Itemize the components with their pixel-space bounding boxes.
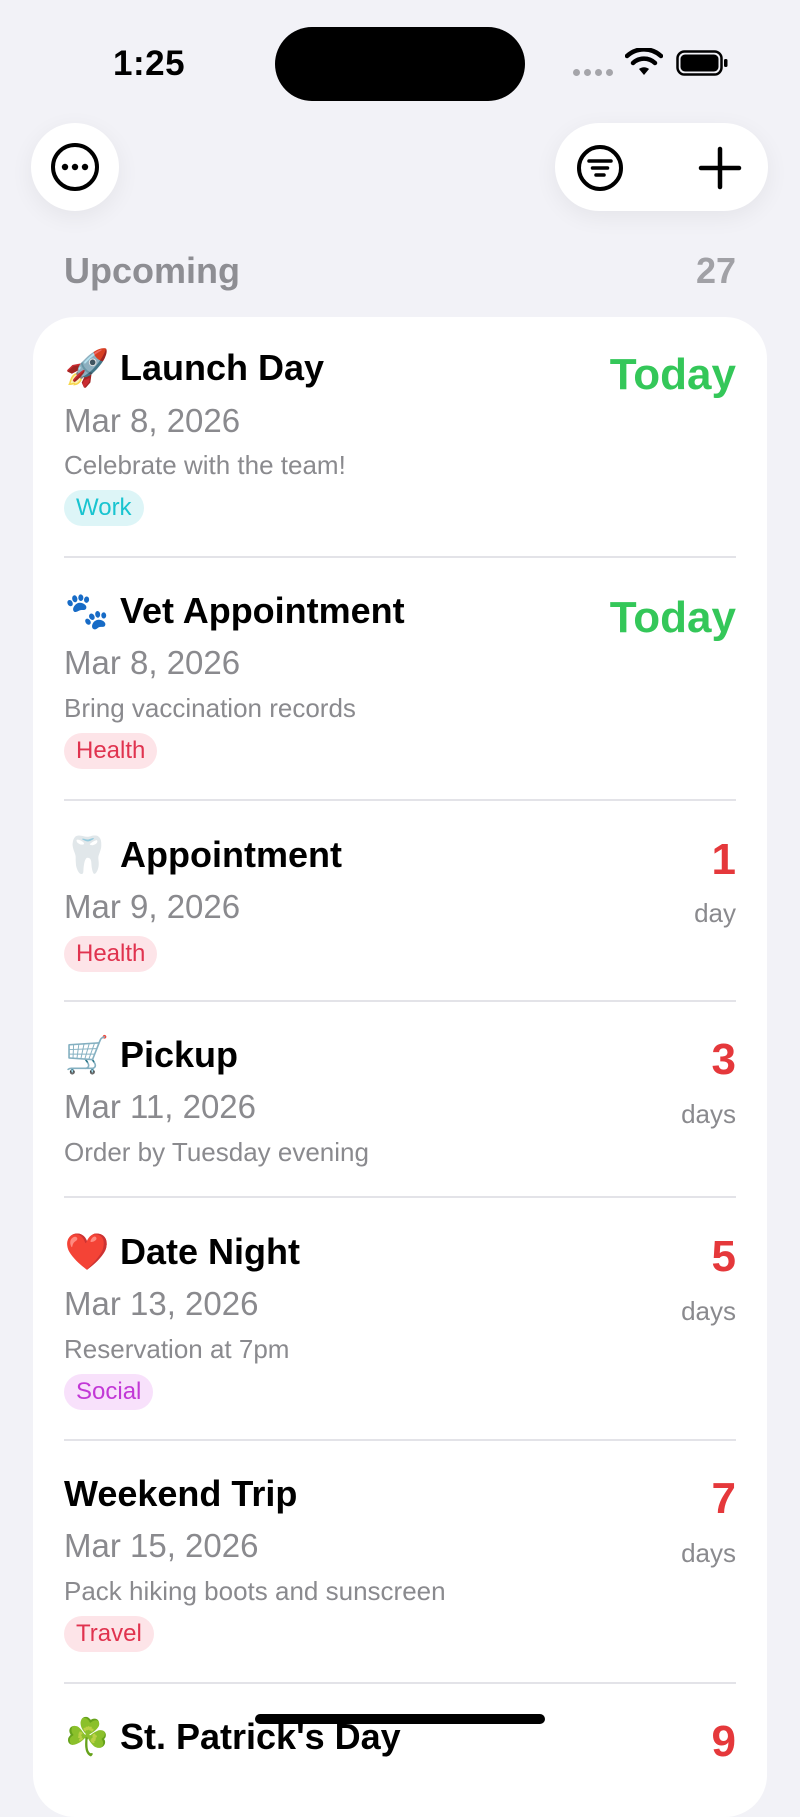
- more-button[interactable]: [31, 123, 119, 211]
- event-title: 🦷 Appointment: [64, 834, 342, 875]
- more-icon: [51, 143, 99, 191]
- event-note: Celebrate with the team!: [64, 450, 346, 480]
- tag-badge: Health: [64, 936, 158, 972]
- cart-icon: 🛒: [64, 1034, 110, 1075]
- event-row[interactable]: ❤️ Date Night Mar 13, 2026 Reservation at…: [64, 1198, 736, 1441]
- tag-badge: Travel: [64, 1616, 154, 1652]
- countdown-unit: days: [681, 1296, 736, 1326]
- events-list: 🚀 Launch Day Mar 8, 2026 Celebrate with t…: [33, 317, 767, 1817]
- countdown-value: 5: [711, 1232, 736, 1281]
- event-date: Mar 13, 2026: [64, 1285, 259, 1322]
- tag-badge: Social: [64, 1374, 154, 1410]
- event-row[interactable]: 🚀 Launch Day Mar 8, 2026 Celebrate with t…: [64, 317, 736, 558]
- countdown-value: 3: [711, 1035, 736, 1084]
- shamrock-icon: ☘️: [64, 1716, 110, 1757]
- event-row[interactable]: ☘️ St. Patrick's Day 9: [64, 1684, 736, 1817]
- event-date: Mar 15, 2026: [64, 1527, 259, 1564]
- filter-button[interactable]: [575, 143, 625, 193]
- event-row[interactable]: Weekend Trip Mar 15, 2026 Pack hiking bo…: [64, 1441, 736, 1684]
- countdown-value: Today: [609, 350, 736, 399]
- countdown-unit: days: [681, 1538, 736, 1568]
- wifi-icon: [625, 48, 663, 75]
- event-date: Mar 8, 2026: [64, 402, 241, 439]
- event-title: 🚀 Launch Day: [64, 347, 325, 388]
- event-note: Bring vaccination records: [64, 693, 356, 723]
- event-date: Mar 11, 2026: [64, 1088, 257, 1125]
- tag-badge: Work: [64, 490, 144, 526]
- cellular-signal-icon: [573, 69, 613, 77]
- countdown-value: 7: [711, 1474, 736, 1523]
- rocket-icon: 🚀: [64, 347, 110, 388]
- event-title: 🐾 Vet Appointment: [64, 590, 405, 631]
- section-count: 27: [695, 250, 736, 291]
- event-date: Mar 8, 2026: [64, 644, 241, 681]
- event-row[interactable]: 🐾 Vet Appointment Mar 8, 2026 Bring vacci…: [64, 558, 736, 801]
- home-indicator[interactable]: [255, 1714, 545, 1724]
- plus-icon: [698, 146, 742, 190]
- event-date: Mar 9, 2026: [64, 888, 241, 925]
- event-note: Reservation at 7pm: [64, 1334, 290, 1364]
- toolbar-actions: [555, 123, 768, 211]
- countdown-value: 1: [711, 835, 736, 884]
- paw-icon: 🐾: [64, 590, 110, 631]
- event-row[interactable]: 🦷 Appointment Mar 9, 2026 Health 1 day: [64, 801, 736, 1002]
- event-row[interactable]: 🛒 Pickup Mar 11, 2026 Order by Tuesday ev…: [64, 1002, 736, 1198]
- event-note: Order by Tuesday evening: [64, 1137, 369, 1167]
- filter-icon: [577, 145, 623, 191]
- heart-icon: ❤️: [64, 1231, 110, 1272]
- event-title: 🛒 Pickup: [64, 1034, 239, 1075]
- battery-icon: [676, 50, 728, 76]
- event-title: ❤️ Date Night: [64, 1231, 300, 1272]
- add-button[interactable]: [695, 143, 745, 193]
- countdown-value: 9: [711, 1717, 736, 1766]
- tag-badge: Health: [64, 733, 158, 769]
- status-time: 1:25: [113, 44, 186, 83]
- section-title: Upcoming: [64, 250, 240, 291]
- countdown-value: Today: [609, 593, 736, 642]
- event-note: Pack hiking boots and sunscreen: [64, 1576, 446, 1606]
- event-title: Weekend Trip: [64, 1473, 298, 1514]
- dynamic-island: [275, 27, 525, 101]
- countdown-unit: day: [694, 898, 736, 928]
- tooth-icon: 🦷: [64, 834, 110, 875]
- countdown-unit: days: [681, 1099, 736, 1129]
- status-bar: 1:25: [0, 0, 800, 120]
